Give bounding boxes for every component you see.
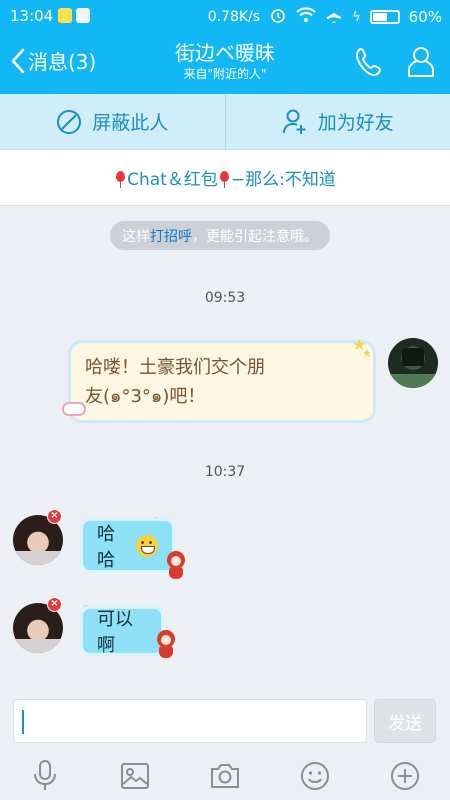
composer-toolbar bbox=[0, 752, 450, 800]
block-user-button[interactable]: 屏蔽此人 bbox=[0, 94, 225, 149]
profile-button[interactable] bbox=[406, 44, 436, 84]
add-friend-button[interactable]: 加为好友 bbox=[224, 94, 450, 149]
add-friend-label: 加为好友 bbox=[317, 112, 394, 134]
battery-icon bbox=[369, 10, 400, 24]
emoji-icon bbox=[301, 762, 329, 790]
voice-input-button[interactable] bbox=[23, 754, 67, 798]
network-speed: 0.78K/s bbox=[207, 9, 261, 25]
block-icon bbox=[57, 109, 82, 134]
text-cursor bbox=[22, 710, 24, 734]
cloud-sticker-icon bbox=[62, 402, 86, 416]
phone-icon bbox=[355, 47, 382, 77]
my-avatar[interactable] bbox=[388, 338, 438, 388]
greeting-hint: 这样 打招呼 ，更能引起注意哦。 bbox=[110, 221, 330, 250]
image-button[interactable] bbox=[113, 754, 157, 798]
composer-bar: 发送 bbox=[0, 690, 450, 752]
hint-suffix: ，更能引起注意哦。 bbox=[192, 228, 318, 245]
close-badge-icon: × bbox=[47, 509, 62, 524]
charging-icon: ϟ bbox=[352, 9, 361, 25]
red-hood-sticker-icon bbox=[165, 551, 187, 579]
message-text: 可以啊 bbox=[97, 609, 133, 656]
message-timestamp: 09:53 bbox=[204, 290, 246, 306]
close-badge-icon: × bbox=[47, 597, 62, 612]
block-user-label: 屏蔽此人 bbox=[92, 112, 169, 134]
airplane-mode-icon bbox=[325, 6, 343, 28]
camera-icon bbox=[211, 764, 239, 788]
hint-prefix: 这样 bbox=[122, 228, 150, 245]
balloon-icon bbox=[219, 171, 229, 188]
star-sticker-icon: ★ bbox=[362, 347, 372, 360]
message-text-line: 哈喽！土豪我们交个朋 bbox=[85, 357, 265, 378]
outgoing-message-bubble[interactable]: 哈喽！土豪我们交个朋 友(๑°3°๑)吧！ bbox=[68, 340, 376, 423]
incoming-message-bubble[interactable]: 哈哈 bbox=[80, 518, 175, 573]
battery-percent: 60% bbox=[408, 8, 442, 26]
add-person-icon bbox=[282, 109, 306, 134]
greet-link[interactable]: 打招呼 bbox=[150, 226, 192, 246]
grin-emoji-icon bbox=[136, 534, 158, 557]
app-notification-icon-2 bbox=[76, 8, 90, 23]
red-hood-sticker-icon bbox=[155, 630, 177, 658]
status-bar: 13:04 0.78K/s ϟ 60% bbox=[0, 0, 450, 32]
alarm-icon bbox=[269, 6, 287, 28]
chevron-left-icon bbox=[11, 48, 25, 73]
emoji-button[interactable] bbox=[293, 754, 337, 798]
banner-text-2: −那么:不知道 bbox=[230, 170, 336, 190]
stranger-action-bar: 屏蔽此人 加为好友 bbox=[0, 94, 450, 150]
person-icon bbox=[408, 47, 434, 77]
back-button[interactable]: 消息(3) bbox=[10, 46, 96, 75]
balloon-icon bbox=[116, 171, 126, 188]
message-input[interactable] bbox=[13, 699, 367, 743]
message-text-line: 友(๑°3°๑)吧！ bbox=[85, 386, 206, 407]
plus-icon bbox=[391, 762, 419, 790]
title-bar: 消息(3) 街边ベ暖昧 来自"附近的人" bbox=[0, 32, 450, 94]
more-button[interactable] bbox=[383, 754, 427, 798]
banner-text-1: Chat＆红包 bbox=[127, 170, 218, 190]
status-time: 13:04 bbox=[10, 7, 54, 25]
send-button[interactable]: 发送 bbox=[374, 699, 436, 743]
message-timestamp: 10:37 bbox=[204, 464, 246, 480]
image-icon bbox=[121, 763, 149, 789]
battery-level-fill bbox=[372, 13, 388, 21]
incoming-message-bubble[interactable]: 可以啊 bbox=[80, 606, 164, 656]
app-notification-icon bbox=[58, 8, 72, 23]
microphone-icon bbox=[34, 760, 56, 790]
wifi-icon bbox=[296, 7, 316, 27]
voice-call-button[interactable] bbox=[354, 46, 384, 82]
back-label: 消息(3) bbox=[28, 50, 97, 74]
camera-button[interactable] bbox=[203, 754, 247, 798]
message-text: 哈哈 bbox=[97, 523, 115, 571]
chat-banner[interactable]: Chat＆红包 −那么:不知道 bbox=[0, 150, 450, 206]
